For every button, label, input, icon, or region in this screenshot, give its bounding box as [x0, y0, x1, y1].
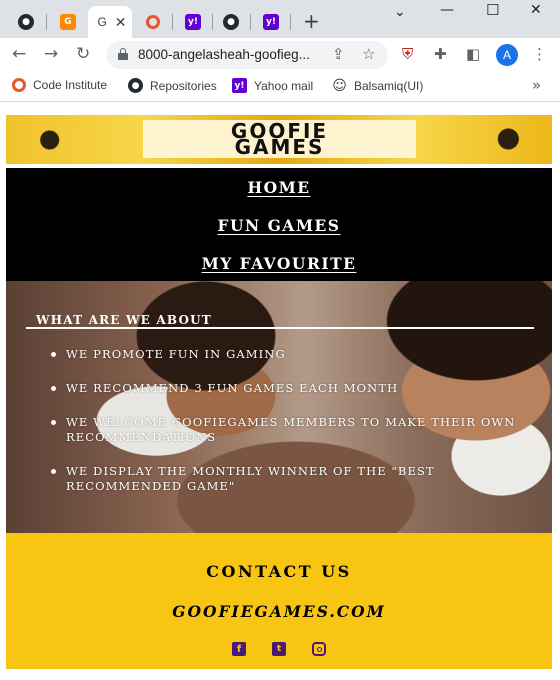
maximize-button[interactable]: ☐ — [486, 1, 499, 19]
profile-avatar[interactable]: A — [496, 44, 518, 66]
main-nav: HOME FUN GAMES MY FAVOURITE — [6, 168, 552, 281]
about-divider — [26, 327, 534, 329]
about-section: WHAT ARE WE ABOUT WE PROMOTE FUN IN GAMI… — [6, 281, 552, 533]
browser-toolbar: ← → ↻ 8000-angelasheah-goofieg... ⇪ ☆ ⛨ … — [0, 38, 560, 72]
address-text: 8000-angelasheah-goofieg... — [138, 47, 310, 62]
bookmark-balsamiq[interactable]: ☺ Balsamiq(UI) — [332, 77, 424, 94]
tab-circle[interactable] — [134, 6, 173, 38]
tab-github-2[interactable]: ● — [212, 6, 251, 38]
yahoo-icon: y! — [185, 14, 201, 30]
extension-shield-icon[interactable]: ⛨ — [402, 45, 413, 63]
address-bar[interactable]: 8000-angelasheah-goofieg... ⇪ ☆ — [106, 41, 388, 69]
list-item: WE PROMOTE FUN IN GAMING — [51, 347, 521, 362]
tab-title: G — [97, 15, 107, 29]
code-institute-icon — [12, 78, 26, 92]
web-page: GOOFIE GAMES HOME FUN GAMES MY FAVOURITE… — [0, 103, 560, 680]
back-button[interactable]: ← — [12, 44, 26, 64]
chevron-down-icon[interactable]: ⌄ — [394, 4, 406, 20]
nav-fun-games[interactable]: FUN GAMES — [6, 216, 552, 235]
github-icon: ● — [128, 78, 143, 93]
browser-tabstrip: ● G G ✕ y! ● y! + ⌄ — ☐ ✕ — [0, 0, 560, 38]
close-tab-icon[interactable]: ✕ — [115, 14, 127, 31]
extensions-puzzle-icon[interactable]: ✚ — [434, 45, 447, 63]
yahoo-icon: y! — [232, 78, 247, 93]
circle-icon — [146, 15, 160, 29]
contact-website[interactable]: GOOFIEGAMES.COM — [6, 602, 552, 621]
side-panel-icon[interactable]: ◧ — [466, 45, 480, 63]
instagram-icon[interactable] — [312, 642, 326, 656]
list-item: WE RECOMMEND 3 FUN GAMES EACH MONTH — [51, 381, 521, 396]
bookmarks-bar: Code Institute ● Repositories y! Yahoo m… — [0, 72, 560, 102]
nav-home[interactable]: HOME — [6, 178, 552, 197]
logo-line-2: GAMES — [234, 135, 325, 159]
contact-title: CONTACT US — [206, 562, 352, 581]
facebook-icon[interactable]: f — [232, 642, 246, 656]
twitter-icon[interactable]: t — [272, 642, 286, 656]
tab-yahoo-2[interactable]: y! — [252, 6, 291, 38]
reload-button[interactable]: ↻ — [76, 44, 90, 64]
bookmark-code-institute[interactable]: Code Institute — [12, 78, 107, 92]
tab-github-1[interactable]: ● — [6, 6, 47, 38]
share-icon[interactable]: ⇪ — [332, 45, 345, 63]
tab-yahoo-1[interactable]: y! — [174, 6, 213, 38]
smiley-icon: ☺ — [332, 77, 347, 94]
menu-kebab-icon[interactable]: ⋮ — [532, 45, 547, 63]
about-title: WHAT ARE WE ABOUT — [36, 313, 212, 327]
bookmark-label: Repositories — [150, 78, 217, 93]
lock-icon — [118, 48, 128, 60]
tab-gitpod-1[interactable]: G — [48, 6, 88, 38]
bookmark-label: Balsamiq(UI) — [354, 78, 424, 93]
bookmark-label: Yahoo mail — [254, 78, 314, 93]
about-list: WE PROMOTE FUN IN GAMING WE RECOMMEND 3 … — [51, 347, 521, 513]
contact-section: CONTACT US GOOFIEGAMES.COM f t — [6, 533, 552, 669]
github-icon: ● — [18, 14, 34, 30]
forward-button[interactable]: → — [44, 44, 58, 64]
hero-banner: GOOFIE GAMES — [6, 115, 552, 165]
nav-my-favourite[interactable]: MY FAVOURITE — [6, 254, 552, 273]
gitpod-icon: G — [60, 14, 76, 30]
list-item: WE WELCOME GOOFIEGAMES MEMBERS TO MAKE T… — [51, 415, 521, 445]
yahoo-icon: y! — [263, 14, 279, 30]
bookmark-star-icon[interactable]: ☆ — [362, 45, 375, 63]
tab-active[interactable]: G ✕ — [88, 6, 132, 38]
new-tab-button[interactable]: + — [303, 9, 320, 33]
bookmark-repositories[interactable]: ● Repositories — [128, 78, 217, 93]
more-bookmarks-icon[interactable]: » — [532, 76, 541, 94]
minimize-button[interactable]: — — [440, 2, 454, 18]
close-window-button[interactable]: ✕ — [530, 2, 542, 18]
bookmark-label: Code Institute — [33, 78, 108, 92]
bookmark-yahoo-mail[interactable]: y! Yahoo mail — [232, 78, 313, 93]
list-item: WE DISPLAY THE MONTHLY WINNER OF THE "BE… — [51, 464, 521, 494]
github-icon: ● — [223, 14, 239, 30]
site-logo[interactable]: GOOFIE GAMES — [143, 120, 416, 158]
